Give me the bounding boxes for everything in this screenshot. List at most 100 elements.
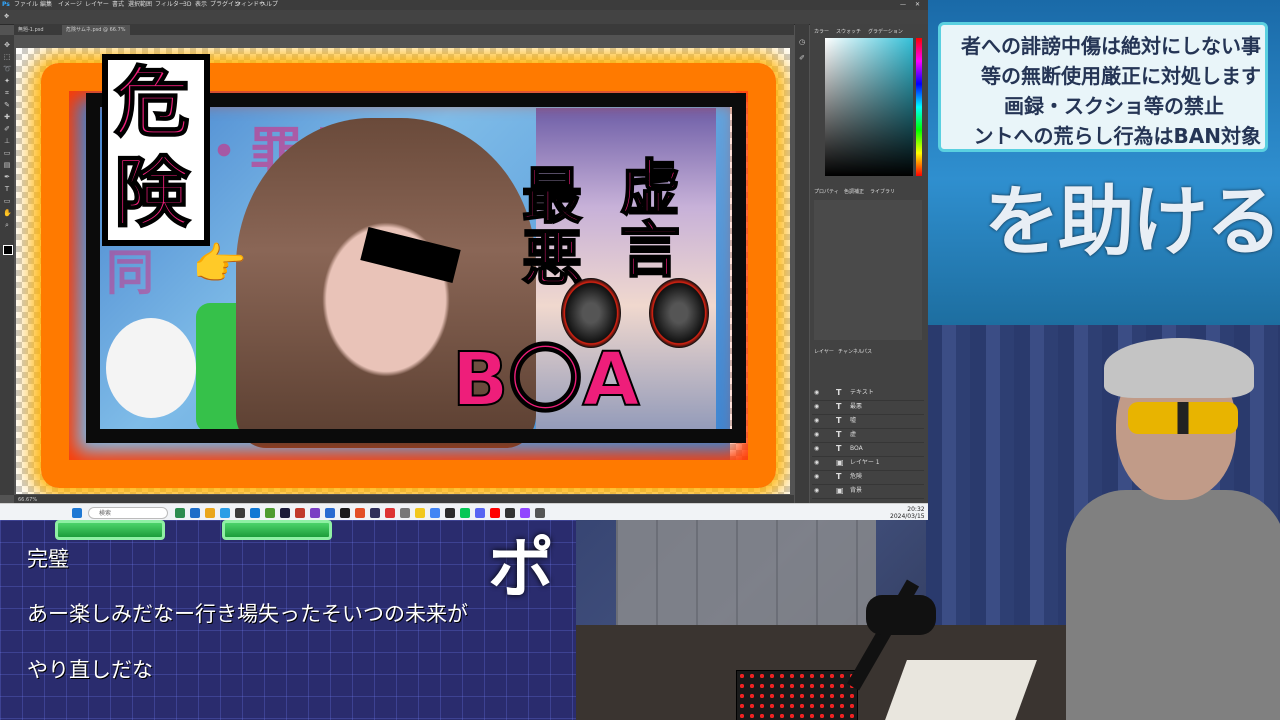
app-icon[interactable] (265, 508, 275, 518)
marquee-tool-icon[interactable]: ⬚ (3, 53, 11, 61)
folder-icon[interactable] (205, 508, 215, 518)
tab-paths[interactable]: パス (862, 348, 872, 355)
layer-row[interactable]: ◉ ▣ 背景 (812, 484, 924, 499)
app-icon[interactable] (250, 508, 260, 518)
tab-doc-1[interactable]: 無題-1.psd (14, 25, 48, 35)
tab-channels[interactable]: チャンネル (838, 348, 863, 355)
minimize-icon[interactable]: — (900, 0, 906, 10)
brush-settings-icon[interactable]: ✐ (798, 54, 806, 62)
chrome-icon[interactable] (430, 508, 440, 518)
ps-logo-icon[interactable]: Ps (2, 0, 10, 10)
eye-icon[interactable]: ◉ (814, 456, 819, 470)
hue-slider[interactable] (916, 38, 922, 176)
menu-filter[interactable]: フィルター (155, 0, 185, 10)
text-layer-icon: T (836, 416, 842, 425)
canvas[interactable]: 疑・罪な事 同 虚言 最悪 B〇A 危 険 👉 (16, 48, 790, 494)
clock-date: 2024/03/15 (890, 513, 925, 520)
app-icon[interactable] (340, 508, 350, 518)
taskbar-search[interactable]: 検索 (88, 507, 168, 519)
menu-file[interactable]: ファイル (14, 0, 38, 10)
history-icon[interactable]: ◷ (798, 38, 806, 46)
line-icon[interactable] (460, 508, 470, 518)
move-tool-icon[interactable]: ✥ (3, 41, 11, 49)
layer-row[interactable]: ◉ T BOA (812, 442, 924, 457)
eye-icon[interactable]: ◉ (814, 428, 819, 442)
text-tool-icon[interactable]: T (3, 185, 11, 193)
layer-row[interactable]: ◉ T 危険 (812, 470, 924, 485)
app-icon[interactable] (385, 508, 395, 518)
youtube-icon[interactable] (490, 508, 500, 518)
app-icon[interactable] (370, 508, 380, 518)
foreground-color-swatch[interactable] (3, 245, 13, 255)
obs-icon[interactable] (505, 508, 515, 518)
keyboard (736, 670, 858, 720)
app-icon[interactable] (535, 508, 545, 518)
taskbar-clock[interactable]: 20:32 2024/03/15 (890, 506, 925, 520)
layer-row[interactable]: ◉ T 最悪 (812, 400, 924, 415)
eyedropper-icon[interactable]: ✎ (3, 101, 11, 109)
discord-icon[interactable] (475, 508, 485, 518)
app-icon[interactable] (325, 508, 335, 518)
close-icon[interactable]: ✕ (915, 0, 920, 10)
tab-properties[interactable]: プロパティ (814, 188, 839, 195)
eye-icon[interactable]: ◉ (814, 386, 819, 400)
eye-icon[interactable]: ◉ (814, 442, 819, 456)
color-picker[interactable] (825, 38, 913, 176)
move-tool-icon[interactable]: ✥ (4, 12, 9, 22)
edge-icon[interactable] (220, 508, 230, 518)
menu-image[interactable]: イメージ (58, 0, 82, 10)
hand-tool-icon[interactable]: ✋ (3, 209, 12, 217)
eye-icon[interactable]: ◉ (814, 470, 819, 484)
tab-doc-2[interactable]: 危険サムネ.psd @ 66.7% (62, 25, 130, 35)
photoshop-taskbar-icon[interactable] (280, 508, 290, 518)
crop-tool-icon[interactable]: ⌗ (3, 89, 11, 97)
gradient-tool-icon[interactable]: ▤ (3, 161, 11, 169)
lasso-tool-icon[interactable]: ➰ (3, 65, 12, 73)
layer-row[interactable]: ◉ T 嘘 (812, 414, 924, 429)
menu-help[interactable]: ヘルプ (260, 0, 278, 10)
menu-layer[interactable]: レイヤー (85, 0, 109, 10)
tab-adjustments[interactable]: 色調補正 (844, 188, 864, 195)
app-icon[interactable] (190, 508, 200, 518)
tab-libraries[interactable]: ライブラリ (870, 188, 895, 195)
eraser-tool-icon[interactable]: ▭ (3, 149, 11, 157)
menu-view[interactable]: 表示 (195, 0, 207, 10)
menu-edit[interactable]: 編集 (40, 0, 52, 10)
app-icon[interactable] (400, 508, 410, 518)
eye-icon[interactable]: ◉ (814, 414, 819, 428)
healing-brush-icon[interactable]: ✚ (3, 113, 11, 121)
app-icon[interactable] (175, 508, 185, 518)
app-icon[interactable] (295, 508, 305, 518)
shape-tool-icon[interactable]: ▭ (3, 197, 11, 205)
menu-3d[interactable]: 3D (183, 0, 191, 10)
tab-color[interactable]: カラー (814, 28, 829, 35)
layer-row[interactable]: ◉ T テキスト (812, 386, 924, 401)
chat-button[interactable] (222, 520, 332, 540)
tab-layers[interactable]: レイヤー (814, 348, 834, 355)
tab-swatches[interactable]: スウォッチ (836, 28, 861, 35)
properties-panel (814, 200, 922, 340)
stamp-tool-icon[interactable]: ⊥ (3, 137, 11, 145)
menu-select[interactable]: 選択範囲 (128, 0, 152, 10)
menu-bar: Ps ファイル 編集 イメージ レイヤー 書式 選択範囲 フィルター 3D 表示… (0, 0, 928, 10)
zoom-tool-icon[interactable]: ⌕ (3, 221, 11, 229)
magic-wand-icon[interactable]: ✦ (3, 77, 11, 85)
pen-tool-icon[interactable]: ✒ (3, 173, 11, 181)
windows-start-icon[interactable] (72, 508, 82, 518)
chat-button[interactable] (55, 520, 165, 540)
brush-tool-icon[interactable]: ✐ (3, 125, 11, 133)
layer-row[interactable]: ◉ ▣ レイヤー 1 (812, 456, 924, 471)
layer-row[interactable]: ◉ T 虚 (812, 428, 924, 443)
streamer (1046, 330, 1280, 720)
menu-type[interactable]: 書式 (112, 0, 124, 10)
app-icon[interactable] (235, 508, 245, 518)
app-icon[interactable] (445, 508, 455, 518)
text-layer-icon: T (836, 444, 842, 453)
app-icon[interactable] (415, 508, 425, 518)
eye-icon[interactable]: ◉ (814, 400, 819, 414)
eye-icon[interactable]: ◉ (814, 484, 819, 498)
app-icon[interactable] (355, 508, 365, 518)
app-icon[interactable] (520, 508, 530, 518)
tab-gradients[interactable]: グラデーション (868, 28, 903, 35)
app-icon[interactable] (310, 508, 320, 518)
